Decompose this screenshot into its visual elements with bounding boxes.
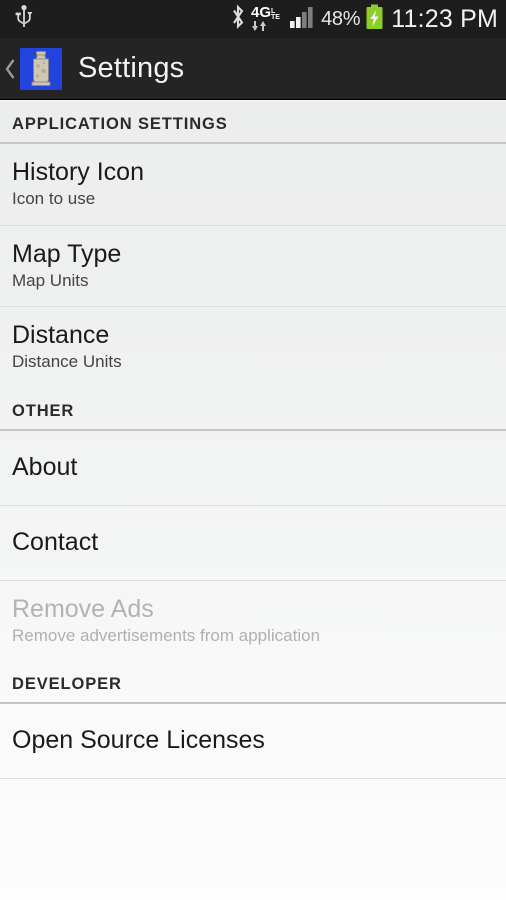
action-bar: Settings [0,38,506,100]
status-bar-left-icons [14,4,34,34]
list-item-distance[interactable]: Distance Distance Units [0,307,506,388]
battery-charging-icon [365,4,384,35]
list-item-subtitle: Map Units [12,270,89,290]
list-item-open-source-licenses[interactable]: Open Source Licenses [0,704,506,778]
back-chevron-icon[interactable] [0,57,20,81]
status-bar-right-icons: 4G L TE 48% 11:23 PM [230,3,498,35]
signal-bars-icon [290,6,316,33]
list-item-subtitle: Icon to use [12,189,96,208]
settings-list[interactable]: APPLICATION SETTINGS History Icon Icon t… [0,101,506,900]
network-type-4g-lte-icon: 4G L TE [251,4,285,34]
list-item-subtitle: Distance Units [12,352,122,372]
android-settings-screen: 4G L TE 48% 11:23 PM Settings APPLICATIO… [0,0,506,900]
clock-label: 11:23 PM [391,4,498,33]
svg-text:4G: 4G [251,4,271,21]
list-item-contact[interactable]: Contact [0,506,506,580]
page-title: Settings [78,52,185,84]
list-item-history-icon[interactable]: History Icon Icon to use [0,144,506,225]
section-header-application-settings: APPLICATION SETTINGS [12,115,228,133]
svg-text:TE: TE [271,14,280,21]
list-item-title: Distance [12,321,110,350]
status-bar: 4G L TE 48% 11:23 PM [0,0,506,38]
list-item-about[interactable]: About [0,431,506,505]
list-item-title: Open Source Licenses [12,726,265,755]
list-item-remove-ads: Remove Ads Remove advertisements from ap… [0,581,506,662]
battery-percent-label: 48% [321,7,361,30]
section-header-other: OTHER [12,401,75,420]
bluetooth-icon [230,3,246,35]
usb-icon [14,4,34,34]
section-header-developer: DEVELOPER [12,675,122,694]
list-item-subtitle: Remove advertisements from application [12,625,321,645]
list-item-title: Remove Ads [12,594,154,623]
list-item-map-type[interactable]: Map Type Map Units [0,226,506,307]
app-trophy-icon[interactable] [20,47,62,90]
list-item-title: History Icon [12,158,144,186]
list-item-title: Contact [12,527,99,556]
item-divider [0,778,506,780]
list-item-title: Map Type [12,239,122,268]
list-item-title: About [12,452,78,481]
